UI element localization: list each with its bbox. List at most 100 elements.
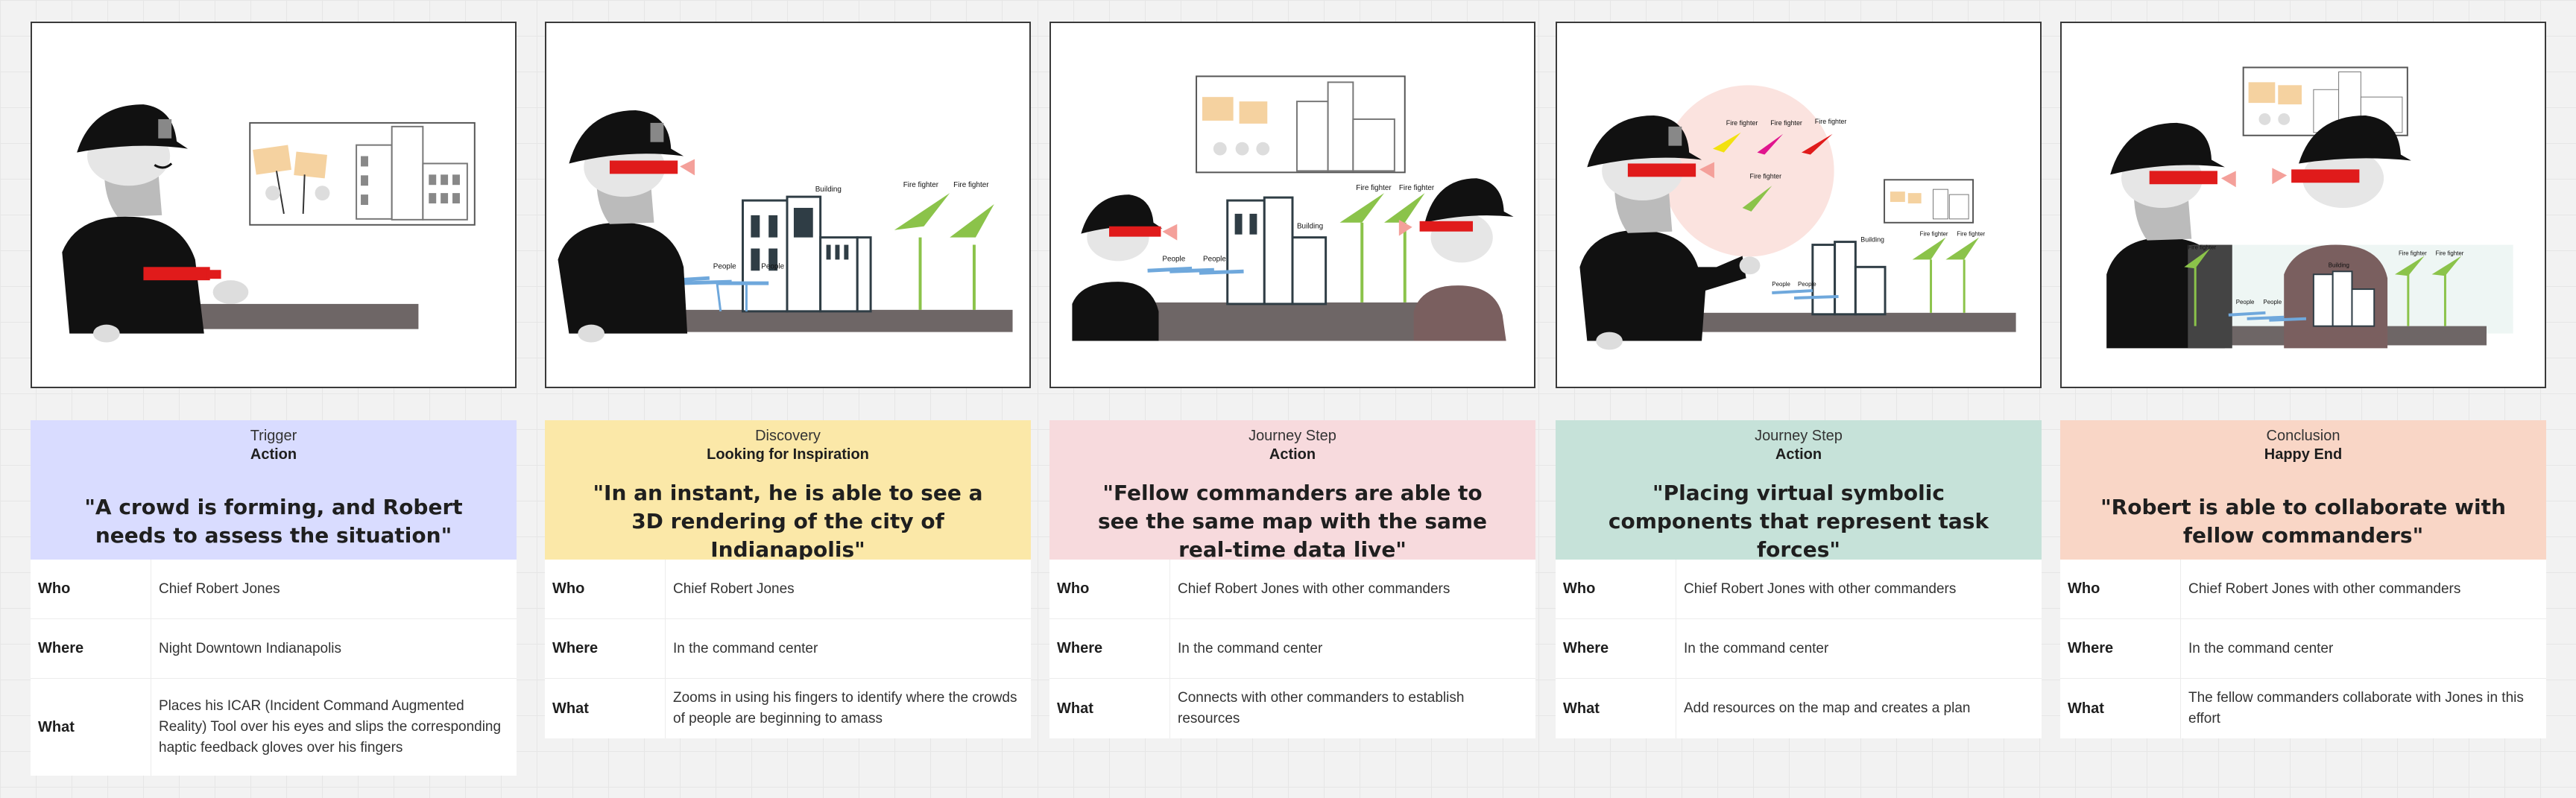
stage-subtitle: Action: [1775, 446, 1822, 463]
table-row: Who Chief Robert Jones with other comman…: [1556, 560, 2042, 619]
table-row: Who Chief Robert Jones with other comman…: [2060, 560, 2546, 619]
stage-header: Journey Step Action: [1049, 420, 1535, 484]
row-key: Who: [31, 560, 151, 618]
label-fire-fighter: Fire fighter: [1726, 119, 1758, 127]
scene-frame[interactable]: [31, 22, 517, 388]
stage-subtitle: Looking for Inspiration: [707, 446, 869, 463]
label-fire-fighter: Fire fighter: [1920, 231, 1948, 238]
label-building: Building: [2329, 262, 2349, 268]
label-fire-fighter: Fire fighter: [1750, 172, 1782, 180]
label-fire-fighter: Fire fighter: [953, 181, 989, 189]
row-value[interactable]: Chief Robert Jones: [666, 560, 1031, 618]
row-key: Who: [1049, 560, 1170, 618]
scene-quote[interactable]: "Placing virtual symbolic components tha…: [1556, 481, 2042, 562]
label-people: People: [1772, 281, 1790, 288]
scene-quote[interactable]: "A crowd is forming, and Robert needs to…: [31, 484, 517, 560]
stage-category: Conclusion: [2266, 428, 2340, 444]
details-table: Who Chief Robert Jones Where Night Downt…: [31, 560, 517, 776]
row-key: Where: [31, 619, 151, 678]
label-people: People: [713, 262, 736, 270]
table-row: What Places his ICAR (Incident Command A…: [31, 679, 517, 776]
table-row: What The fellow commanders collaborate w…: [2060, 679, 2546, 738]
row-value[interactable]: In the command center: [666, 619, 1031, 678]
stage-category: Journey Step: [1755, 428, 1843, 444]
stage-header: Trigger Action: [31, 420, 517, 484]
row-key: What: [545, 679, 666, 738]
row-key: Who: [2060, 560, 2181, 618]
row-key: Who: [545, 560, 666, 618]
scene-quote[interactable]: "In an instant, he is able to see a 3D r…: [545, 481, 1031, 562]
label-building: Building: [1297, 223, 1323, 231]
label-building: Building: [815, 186, 842, 194]
details-table: Who Chief Robert Jones with other comman…: [1049, 560, 1535, 738]
row-value[interactable]: Add resources on the map and creates a p…: [1676, 679, 2042, 738]
label-fire-fighter: Fire fighter: [1770, 119, 1802, 127]
stage-category: Trigger: [250, 428, 297, 444]
row-value[interactable]: Night Downtown Indianapolis: [151, 619, 517, 678]
label-fire-fighter: Fire fighter: [1815, 118, 1847, 125]
table-row: Where In the command center: [1556, 619, 2042, 679]
row-value[interactable]: In the command center: [1676, 619, 2042, 678]
table-row: What Connects with other commanders to e…: [1049, 679, 1535, 738]
scene-illustration-journey-step: Building Fire fighter Fire fighter Peopl…: [1072, 75, 1514, 341]
row-value[interactable]: In the command center: [2181, 619, 2546, 678]
stage-subtitle: Happy End: [2264, 446, 2343, 463]
label-people: People: [1203, 255, 1226, 263]
table-row: Who Chief Robert Jones with other comman…: [1049, 560, 1535, 619]
scene-illustration-trigger: [62, 104, 476, 343]
row-key: What: [1556, 679, 1676, 738]
row-key: What: [31, 679, 151, 776]
row-value[interactable]: Connects with other commanders to establ…: [1170, 679, 1535, 738]
scene-frame[interactable]: Building Fire fighter Fire fighter Peopl…: [545, 22, 1031, 388]
row-value[interactable]: The fellow commanders collaborate with J…: [2181, 679, 2546, 738]
row-value[interactable]: Chief Robert Jones with other commanders: [1170, 560, 1535, 618]
scene-frame[interactable]: Fire fighter Fire fighter Fire fighter F…: [1556, 22, 2042, 388]
table-row: Who Chief Robert Jones: [545, 560, 1031, 619]
row-key: Where: [1556, 619, 1676, 678]
label-fire-fighter: Fire fighter: [1957, 231, 1985, 238]
label-fire-fighter: Fire fighter: [1356, 184, 1392, 192]
label-fire-fighter: Fire fighter: [1399, 184, 1435, 192]
table-row: Where Night Downtown Indianapolis: [31, 619, 517, 679]
scene-frame[interactable]: Building Fire fighter Fire fighter Fire …: [2060, 22, 2546, 388]
label-people: People: [2236, 299, 2255, 305]
row-key: Where: [545, 619, 666, 678]
row-key: Who: [1556, 560, 1676, 618]
scene-illustration-discovery: Building Fire fighter Fire fighter Peopl…: [558, 110, 1013, 343]
stage-header: Journey Step Action: [1556, 420, 2042, 484]
row-value[interactable]: Chief Robert Jones with other commanders: [1676, 560, 2042, 618]
table-row: What Add resources on the map and create…: [1556, 679, 2042, 738]
label-fire-fighter: Fire fighter: [2399, 250, 2427, 256]
row-key: Where: [1049, 619, 1170, 678]
label-people: People: [1162, 255, 1185, 263]
details-table: Who Chief Robert Jones Where In the comm…: [545, 560, 1031, 738]
label-building: Building: [1860, 236, 1884, 244]
stage-category: Journey Step: [1248, 428, 1336, 444]
table-row: Where In the command center: [545, 619, 1031, 679]
scene-quote[interactable]: "Robert is able to collaborate with fell…: [2060, 484, 2546, 560]
table-row: Who Chief Robert Jones: [31, 560, 517, 619]
scene-quote[interactable]: "Fellow commanders are able to see the s…: [1049, 481, 1535, 562]
row-value[interactable]: Chief Robert Jones with other commanders: [2181, 560, 2546, 618]
stage-category: Discovery: [755, 428, 821, 444]
label-fire-fighter: Fire fighter: [2188, 244, 2216, 251]
label-people: People: [2263, 299, 2282, 305]
row-value[interactable]: Chief Robert Jones: [151, 560, 517, 618]
label-fire-fighter: Fire fighter: [903, 181, 939, 189]
stage-header: Conclusion Happy End: [2060, 420, 2546, 484]
label-people: People: [1798, 281, 1816, 288]
details-table: Who Chief Robert Jones with other comman…: [1556, 560, 2042, 738]
row-value[interactable]: Zooms in using his fingers to identify w…: [666, 679, 1031, 738]
table-row: Where In the command center: [1049, 619, 1535, 679]
table-row: What Zooms in using his fingers to ident…: [545, 679, 1031, 738]
row-value[interactable]: Places his ICAR (Incident Command Augmen…: [151, 679, 517, 776]
scene-frame[interactable]: Building Fire fighter Fire fighter Peopl…: [1049, 22, 1535, 388]
scene-illustration-conclusion: Building Fire fighter Fire fighter Fire …: [2106, 66, 2513, 349]
stage-header: Discovery Looking for Inspiration: [545, 420, 1031, 484]
row-key: What: [2060, 679, 2181, 738]
row-key: Where: [2060, 619, 2181, 678]
label-people: People: [761, 262, 784, 270]
row-key: What: [1049, 679, 1170, 738]
label-fire-fighter: Fire fighter: [2436, 250, 2464, 256]
row-value[interactable]: In the command center: [1170, 619, 1535, 678]
